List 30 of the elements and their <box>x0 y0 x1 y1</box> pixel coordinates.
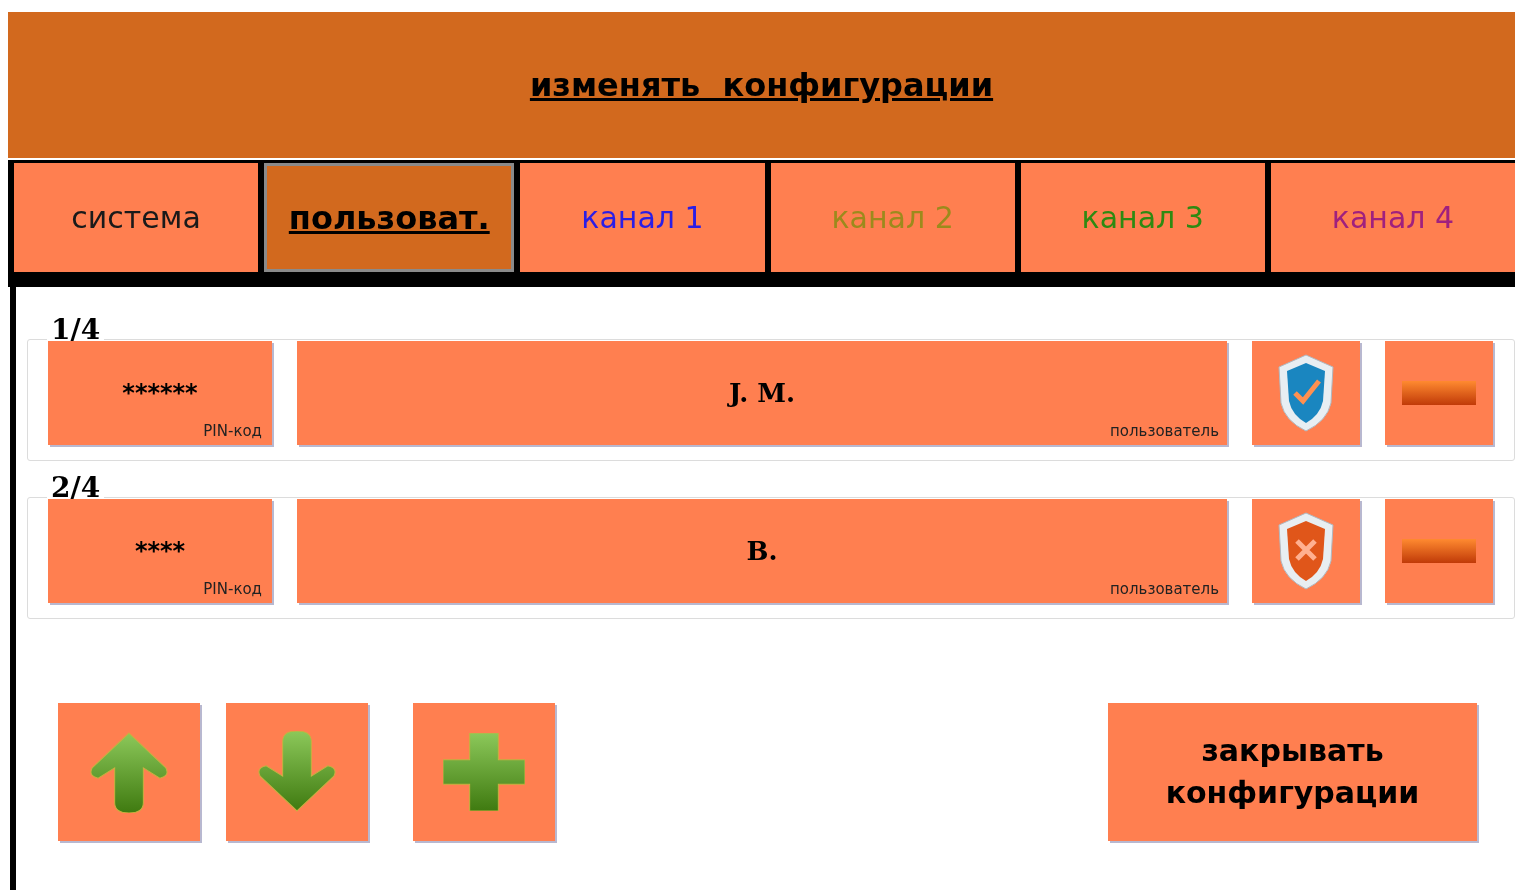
shield-check-icon <box>1275 353 1337 433</box>
remove-user-button[interactable] <box>1385 341 1493 445</box>
pin-label: PIN-код <box>203 578 262 600</box>
user-name: J. M. <box>728 376 796 410</box>
move-up-button[interactable] <box>58 703 200 841</box>
tab[interactable]: пользоват. <box>264 163 515 272</box>
user-name: B. <box>746 534 778 568</box>
close-configuration-button[interactable]: закрывать конфигурации <box>1108 703 1477 841</box>
move-down-button[interactable] <box>226 703 368 841</box>
minus-icon <box>1402 539 1476 563</box>
pin-value: **** <box>134 536 186 567</box>
shield-cross-icon <box>1275 511 1337 591</box>
plus-icon <box>443 733 525 811</box>
add-button[interactable] <box>413 703 555 841</box>
tab[interactable]: система <box>14 163 259 272</box>
pin-button[interactable]: ****** PIN-код <box>48 341 272 445</box>
user-name-button[interactable]: B. пользователь <box>297 499 1227 603</box>
permission-button[interactable] <box>1252 499 1360 603</box>
pin-value: ****** <box>122 378 198 409</box>
user-label: пользователь <box>1110 420 1219 442</box>
page-title: изменять конфигурации <box>529 65 994 106</box>
remove-user-button[interactable] <box>1385 499 1493 603</box>
user-name-button[interactable]: J. M. пользователь <box>297 341 1227 445</box>
pin-label: PIN-код <box>203 420 262 442</box>
minus-icon <box>1402 381 1476 405</box>
permission-button[interactable] <box>1252 341 1360 445</box>
down-arrow-icon <box>256 731 338 813</box>
user-label: пользователь <box>1110 578 1219 600</box>
up-arrow-icon <box>88 731 170 813</box>
pin-button[interactable]: **** PIN-код <box>48 499 272 603</box>
